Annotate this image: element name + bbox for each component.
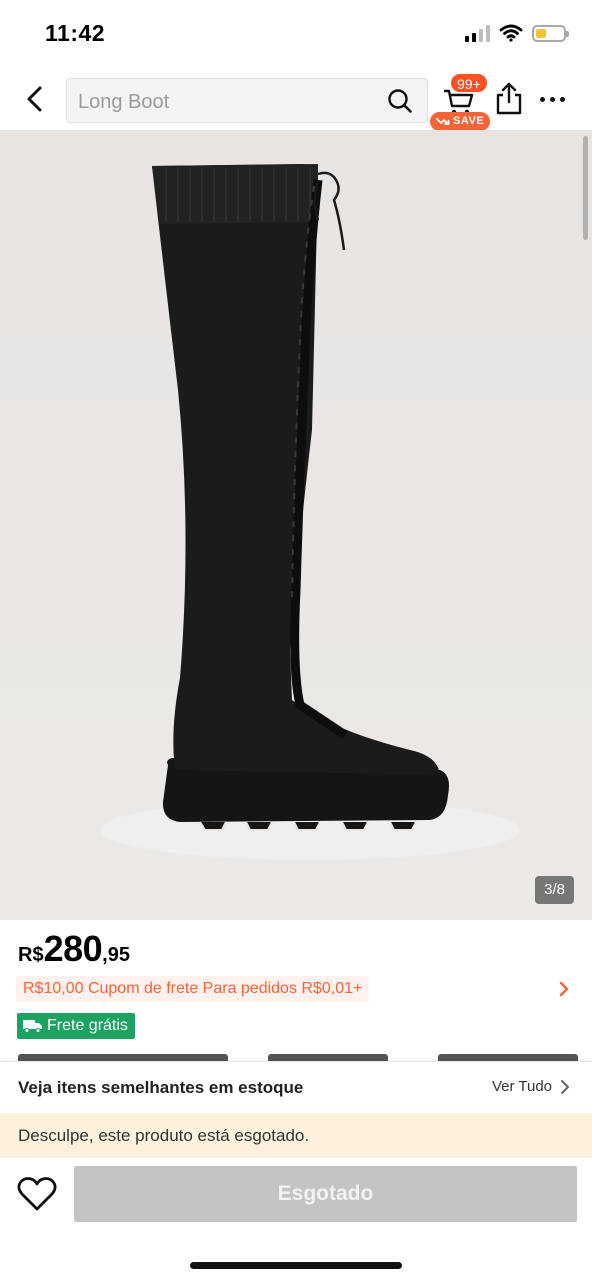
see-all-label: Ver Tudo — [491, 1078, 552, 1095]
price-currency: R$ — [18, 944, 44, 966]
chevron-right-icon — [561, 1079, 569, 1094]
search-icon[interactable] — [387, 88, 413, 114]
search-text: Long Boot — [78, 91, 170, 113]
back-button[interactable] — [18, 82, 52, 116]
save-label: SAVE — [453, 115, 485, 127]
save-tag: SAVE — [430, 112, 491, 131]
status-bar: 11:42 — [0, 0, 592, 68]
coupon-row[interactable]: R$10,00 Cupom de frete Para pedidos R$0,… — [16, 976, 576, 1002]
price: R$ 280 ,95 — [18, 928, 130, 970]
bottom-action-bar: Esgotado — [0, 1158, 592, 1280]
coupon-tag: R$10,00 Cupom de frete Para pedidos R$0,… — [16, 976, 370, 1002]
price-decimal: ,95 — [102, 944, 130, 966]
price-integer: 280 — [43, 928, 103, 969]
share-button[interactable] — [494, 82, 524, 116]
wifi-icon — [499, 24, 523, 42]
back-arrow-icon — [27, 86, 42, 112]
boot-image — [100, 164, 520, 860]
signal-icon — [465, 24, 490, 42]
share-icon — [496, 82, 522, 115]
truck-icon — [23, 1020, 42, 1033]
battery-icon — [532, 24, 569, 42]
search-input[interactable]: Long Boot — [66, 78, 428, 123]
gallery-scroll-indicator — [583, 136, 588, 240]
product-image-gallery[interactable]: 3/8 — [0, 130, 592, 920]
header: Long Boot 99+ SAVE — [0, 68, 592, 131]
chevron-right-icon — [559, 981, 569, 997]
see-all-link[interactable]: Ver Tudo — [492, 1078, 570, 1095]
heart-icon — [17, 1177, 57, 1211]
status-icons — [465, 24, 569, 42]
image-counter: 3/8 — [535, 876, 574, 904]
sold-out-button[interactable]: Esgotado — [74, 1166, 577, 1222]
home-indicator[interactable] — [190, 1262, 402, 1269]
similar-items-bar[interactable]: Veja itens semelhantes em estoque Ver Tu… — [0, 1061, 592, 1113]
free-shipping-badge: Frete grátis — [17, 1013, 135, 1039]
similar-items-title: Veja itens semelhantes em estoque — [18, 1078, 304, 1097]
out-of-stock-text: Desculpe, este produto está esgotado. — [18, 1126, 310, 1145]
cart-button[interactable]: 99+ SAVE — [430, 70, 496, 131]
more-icon[interactable] — [540, 90, 574, 108]
wishlist-button[interactable] — [16, 1175, 58, 1213]
status-time: 11:42 — [45, 20, 106, 46]
free-shipping-label: Frete grátis — [47, 1017, 128, 1034]
cart-badge: 99+ — [450, 73, 488, 93]
out-of-stock-notice: Desculpe, este produto está esgotado. — [0, 1113, 592, 1158]
save-arrow-icon — [436, 117, 450, 125]
